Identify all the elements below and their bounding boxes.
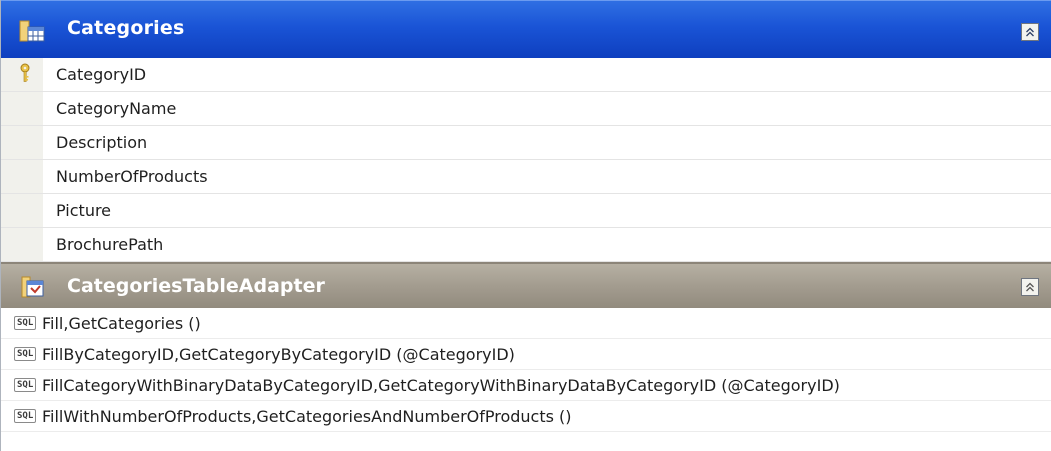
datatable-columns: CategoryID CategoryName Description Numb…	[1, 58, 1051, 262]
column-name: CategoryID	[56, 65, 147, 84]
column-row[interactable]: Description	[1, 126, 1051, 160]
sql-query-icon: SQL	[14, 316, 37, 330]
row-gutter	[1, 160, 43, 193]
table-icon	[19, 19, 45, 43]
column-name: Picture	[56, 201, 112, 220]
query-row[interactable]: SQL FillByCategoryID,GetCategoryByCatego…	[1, 339, 1051, 370]
column-name: CategoryName	[56, 99, 177, 118]
tableadapter-title: CategoriesTableAdapter	[67, 275, 325, 297]
collapse-icon[interactable]	[1021, 278, 1039, 296]
tableadapter-queries: SQL Fill,GetCategories () SQL FillByCate…	[1, 308, 1051, 432]
query-label: FillByCategoryID,GetCategoryByCategoryID…	[42, 345, 515, 364]
column-row[interactable]: NumberOfProducts	[1, 160, 1051, 194]
datatable-title: Categories	[67, 17, 185, 39]
row-gutter	[1, 92, 43, 125]
table-adapter-icon	[21, 276, 45, 298]
sql-query-icon: SQL	[14, 378, 37, 392]
query-label: FillWithNumberOfProducts,GetCategoriesAn…	[42, 407, 572, 426]
column-row[interactable]: CategoryName	[1, 92, 1051, 126]
tableadapter-header[interactable]: CategoriesTableAdapter	[1, 262, 1051, 308]
query-row[interactable]: SQL FillCategoryWithBinaryDataByCategory…	[1, 370, 1051, 401]
sql-query-icon: SQL	[14, 409, 37, 423]
column-name: BrochurePath	[56, 235, 164, 254]
query-label: Fill,GetCategories ()	[42, 314, 201, 333]
query-label: FillCategoryWithBinaryDataByCategoryID,G…	[42, 376, 840, 395]
dataset-designer: Categories CategoryID CategoryName Descr…	[0, 0, 1051, 451]
collapse-icon[interactable]	[1021, 23, 1039, 41]
row-gutter	[1, 126, 43, 159]
sql-query-icon: SQL	[14, 347, 37, 361]
key-icon	[19, 63, 31, 87]
column-row[interactable]: BrochurePath	[1, 228, 1051, 262]
column-name: NumberOfProducts	[56, 167, 208, 186]
query-row[interactable]: SQL Fill,GetCategories ()	[1, 308, 1051, 339]
column-row[interactable]: CategoryID	[1, 58, 1051, 92]
row-gutter	[1, 228, 43, 261]
row-gutter	[1, 194, 43, 227]
column-name: Description	[56, 133, 148, 152]
column-row[interactable]: Picture	[1, 194, 1051, 228]
datatable-header[interactable]: Categories	[1, 0, 1051, 58]
query-row[interactable]: SQL FillWithNumberOfProducts,GetCategori…	[1, 401, 1051, 432]
